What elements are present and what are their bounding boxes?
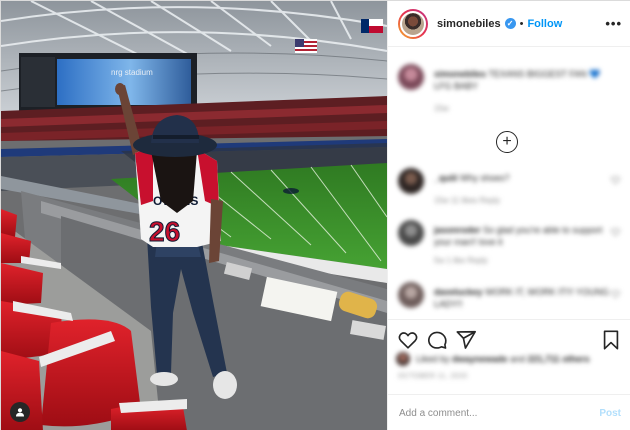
heart-icon[interactable] bbox=[611, 228, 620, 236]
comment-icon[interactable] bbox=[426, 329, 448, 351]
post-username[interactable]: simonebiles bbox=[437, 18, 501, 30]
follow-button[interactable]: Follow bbox=[527, 18, 562, 30]
comment-text: daveluckey WORK IT, WORK IT!!! YOUNG LAD… bbox=[434, 286, 614, 310]
comment-text: _quiii Why shoes? bbox=[434, 172, 614, 184]
post-header: simonebiles ✓ • Follow ••• bbox=[388, 1, 630, 47]
add-comment-bar: Post bbox=[388, 394, 630, 430]
likes-count[interactable]: 221,711 others bbox=[528, 354, 590, 364]
likes-prefix: Liked by bbox=[416, 354, 453, 364]
comment-username[interactable]: daveluckey bbox=[434, 287, 483, 297]
comment-avatar[interactable] bbox=[398, 282, 424, 308]
header-separator: • bbox=[519, 17, 524, 30]
comment-avatar[interactable] bbox=[398, 220, 424, 246]
likes-summary: Liked by dwaynewade and 221,711 others bbox=[396, 349, 624, 369]
heart-icon[interactable] bbox=[611, 176, 620, 184]
post-side-panel: simonebiles ✓ • Follow ••• simonebiles T… bbox=[387, 1, 630, 430]
post-photo[interactable]: nrg stadium 26 bbox=[1, 1, 387, 430]
comment-text: jasonroder So glad you're able to suppor… bbox=[434, 224, 614, 248]
caption-comment: simonebiles TEXANS BIGGEST FAN 💙 LFG BAB… bbox=[396, 64, 624, 114]
comment-username[interactable]: _quiii bbox=[434, 173, 458, 183]
likes-text[interactable]: Liked by dwaynewade and 221,711 others bbox=[416, 354, 590, 364]
comments-list: simonebiles TEXANS BIGGEST FAN 💙 LFG BAB… bbox=[388, 48, 630, 318]
comment-username[interactable]: jasonroder bbox=[434, 225, 481, 235]
liker-avatar[interactable] bbox=[396, 352, 410, 366]
comment-meta: 5w 1 like Reply bbox=[434, 256, 488, 265]
comment-meta: 15w bbox=[434, 104, 449, 113]
jersey-number: 26 bbox=[149, 216, 180, 247]
more-options-icon[interactable]: ••• bbox=[605, 16, 622, 31]
comment-text: simonebiles TEXANS BIGGEST FAN 💙 LFG BAB… bbox=[434, 68, 614, 92]
heart-icon[interactable] bbox=[611, 290, 620, 298]
comment-body: Why shoes? bbox=[460, 173, 510, 183]
list-item: _quiii Why shoes? 15w 11 likes Reply bbox=[396, 168, 624, 212]
avatar[interactable] bbox=[398, 8, 428, 39]
stadium-photo-illustration: nrg stadium 26 bbox=[1, 1, 387, 430]
comment-avatar[interactable] bbox=[398, 168, 424, 194]
comment-avatar[interactable] bbox=[398, 64, 424, 90]
heart-icon[interactable] bbox=[397, 329, 419, 351]
comment-input[interactable] bbox=[399, 407, 594, 419]
stadium-sign: nrg stadium bbox=[111, 68, 153, 77]
verified-badge-icon: ✓ bbox=[504, 18, 516, 29]
likes-user[interactable]: dwaynewade bbox=[452, 354, 508, 364]
instagram-post-frame: nrg stadium 26 simonebiles ✓ • Follow ••… bbox=[0, 0, 630, 430]
user-tag-icon[interactable] bbox=[10, 402, 30, 422]
likes-middle: and bbox=[507, 354, 528, 364]
comment-meta: 15w 11 likes Reply bbox=[434, 196, 501, 205]
list-item: jasonroder So glad you're able to suppor… bbox=[396, 220, 624, 268]
post-date[interactable]: October 11, 2020 bbox=[398, 373, 468, 380]
post-comment-button[interactable]: Post bbox=[599, 408, 621, 419]
comment-username[interactable]: simonebiles bbox=[434, 69, 486, 79]
plus-circle-icon[interactable]: + bbox=[496, 131, 518, 153]
bookmark-icon[interactable] bbox=[600, 329, 622, 351]
list-item: daveluckey WORK IT, WORK IT!!! YOUNG LAD… bbox=[396, 282, 624, 318]
paper-plane-icon[interactable] bbox=[455, 329, 477, 351]
